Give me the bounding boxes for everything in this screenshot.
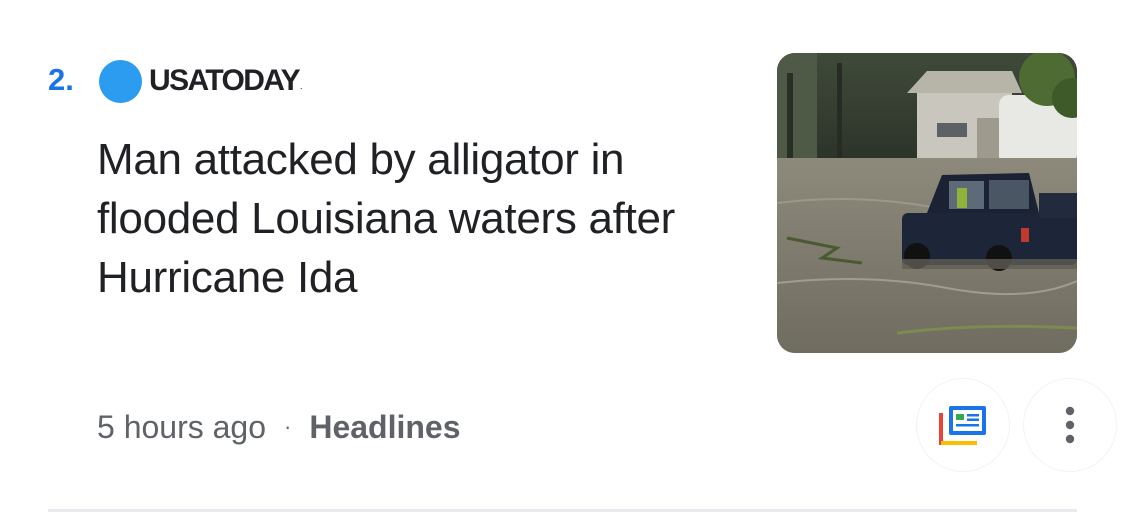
flooded-truck-photo-icon	[777, 53, 1077, 353]
card-divider	[48, 509, 1077, 512]
full-coverage-icon	[939, 406, 986, 445]
source-name: USATODAY	[149, 64, 301, 97]
article-meta: 5 hours ago · Headlines	[97, 405, 461, 449]
meta-separator: ·	[284, 414, 292, 439]
source-label: USATODAY .	[99, 59, 303, 103]
article-timestamp: 5 hours ago	[97, 408, 267, 445]
more-options-button[interactable]	[1024, 379, 1116, 471]
usatoday-logo-icon	[99, 59, 142, 103]
article-rank: 2.	[48, 62, 74, 97]
full-coverage-button[interactable]	[917, 379, 1009, 471]
news-article-card[interactable]: 2. USATODAY . Man attacked by alligator …	[0, 0, 1125, 514]
article-thumbnail[interactable]	[777, 53, 1077, 353]
source-trademark: .	[300, 81, 303, 91]
article-section[interactable]: Headlines	[309, 409, 460, 446]
more-vert-icon	[1065, 406, 1075, 444]
article-headline[interactable]: Man attacked by alligator in flooded Lou…	[97, 130, 747, 307]
